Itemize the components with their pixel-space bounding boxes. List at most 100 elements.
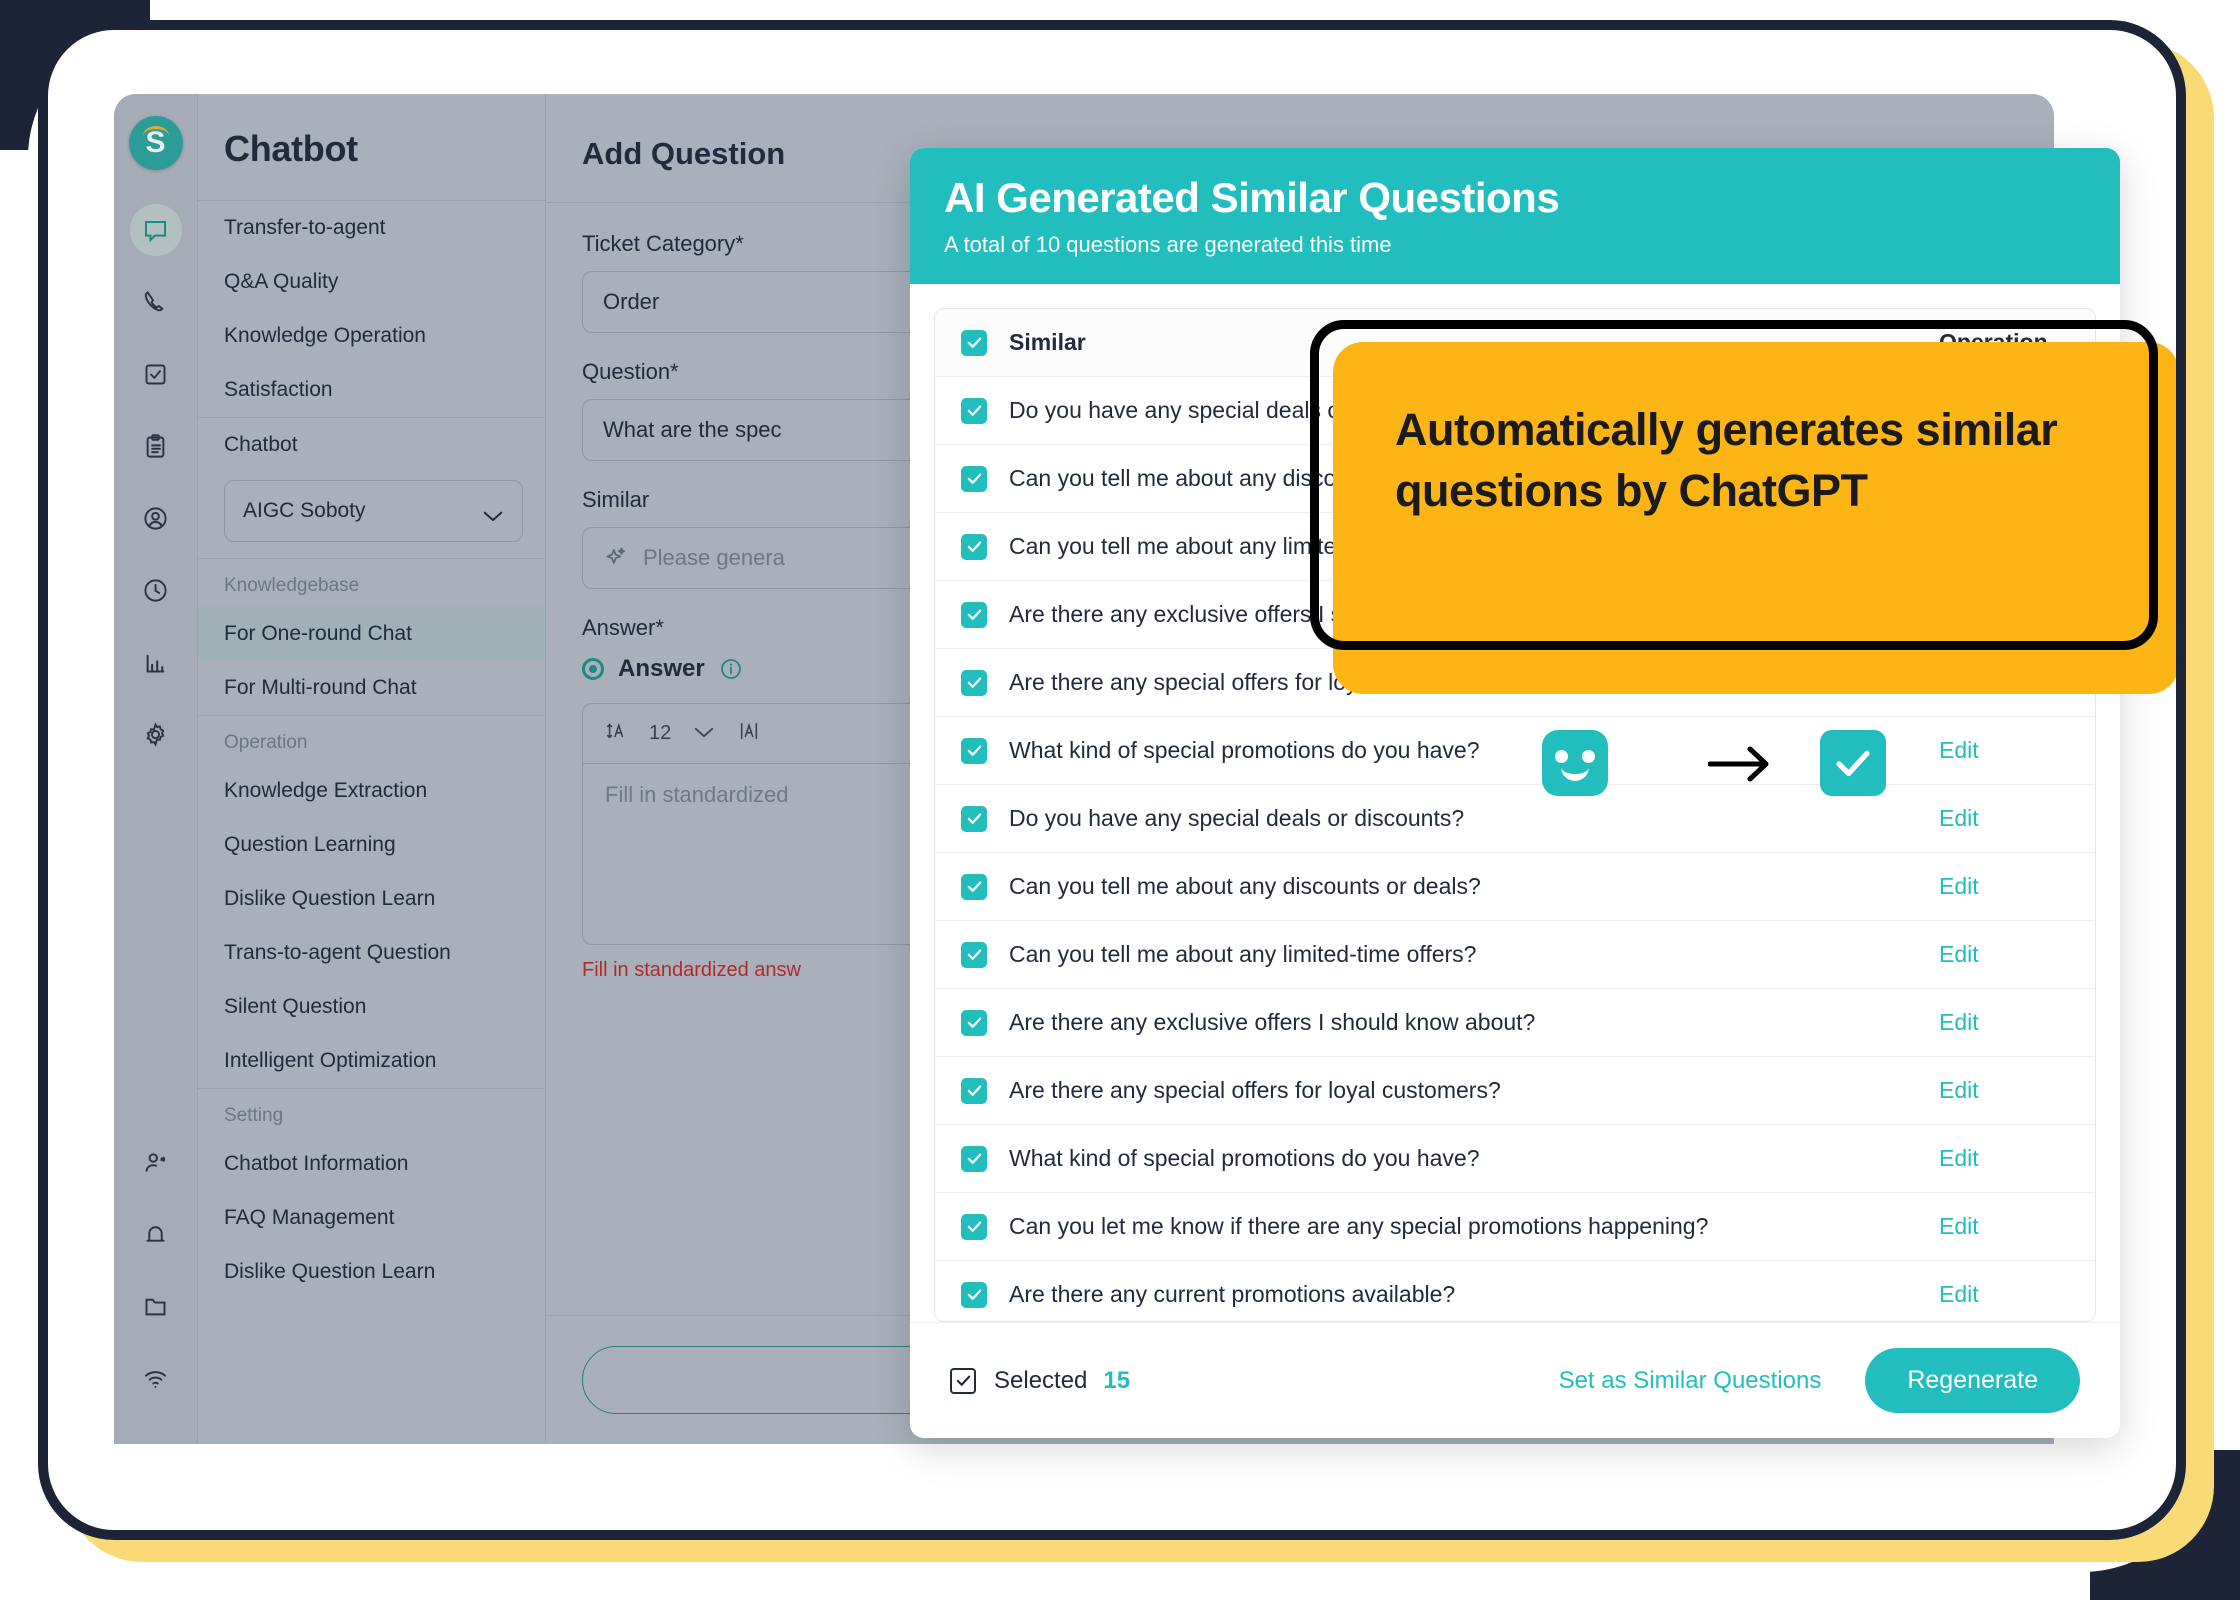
regenerate-button[interactable]: Regenerate <box>1865 1348 2080 1413</box>
row-checkbox[interactable] <box>961 1145 987 1172</box>
rail-item-chat[interactable] <box>129 204 182 256</box>
row-question-text: Are there any special offers for loyal c… <box>1009 1077 1501 1103</box>
rail-item-history[interactable] <box>130 564 182 616</box>
rail-item-contacts[interactable] <box>130 492 182 544</box>
rail-item-analytics[interactable] <box>130 636 182 688</box>
brand-avatar[interactable]: S <box>128 116 183 170</box>
nav-item-qa-quality[interactable]: Q&A Quality <box>198 255 545 309</box>
screenshot-stage: S Chatbot Transfer-to-agent Q&A Quality … <box>0 0 2240 1600</box>
table-row: What kind of special promotions do you h… <box>935 717 2095 785</box>
sparkle-icon <box>603 545 629 571</box>
nav-item-transfer-to-agent[interactable]: Transfer-to-agent <box>198 201 545 255</box>
nav-item-chatbot-information[interactable]: Chatbot Information <box>198 1137 545 1191</box>
modal-header: AI Generated Similar Questions A total o… <box>910 148 2120 284</box>
nav-item-satisfaction[interactable]: Satisfaction <box>198 363 545 417</box>
text-style-icon[interactable] <box>737 720 761 748</box>
nav-item-dislike-question-learn-2[interactable]: Dislike Question Learn <box>198 1245 545 1299</box>
rail-item-notifications[interactable] <box>130 1208 182 1260</box>
selected-label: Selected <box>994 1366 1088 1394</box>
nav-item-chatbot[interactable]: Chatbot <box>198 418 545 472</box>
page-title: Chatbot <box>224 128 358 169</box>
nav-item-question-learning[interactable]: Question Learning <box>198 818 545 872</box>
user-circle-icon <box>142 505 169 532</box>
checkmark-badge-icon <box>1820 730 1886 796</box>
font-size-value: 12 <box>649 722 672 744</box>
gear-icon <box>142 721 169 748</box>
row-checkbox[interactable] <box>961 941 987 968</box>
icon-rail: S <box>114 94 198 1444</box>
row-question-text: Are there any current promotions availab… <box>1009 1281 1456 1307</box>
row-question-text: What kind of special promotions do you h… <box>1009 1145 1480 1171</box>
modal-title: AI Generated Similar Questions <box>944 174 1560 221</box>
nav-group-setting: Setting <box>224 1105 284 1126</box>
table-row: Can you tell me about any discounts or d… <box>935 853 2095 921</box>
answer-radio[interactable] <box>582 658 604 680</box>
edit-link[interactable]: Edit <box>1939 941 2069 968</box>
clipboard-icon <box>142 433 169 460</box>
row-question-text: Can you let me know if there are any spe… <box>1009 1213 1709 1239</box>
nav-item-trans-to-agent-question[interactable]: Trans-to-agent Question <box>198 926 545 980</box>
modal-subtitle: A total of 10 questions are generated th… <box>944 232 1392 257</box>
chat-bubble-icon <box>142 217 169 244</box>
checkbox-task-icon <box>142 361 169 388</box>
edit-link[interactable]: Edit <box>1939 805 2069 832</box>
nav-item-for-multi-round-chat[interactable]: For Multi-round Chat <box>198 661 545 715</box>
row-checkbox[interactable] <box>961 669 987 696</box>
chevron-down-icon[interactable] <box>693 722 715 745</box>
row-question-text: Are there any exclusive offers I should … <box>1009 1009 1536 1035</box>
row-checkbox[interactable] <box>961 1281 987 1308</box>
edit-link[interactable]: Edit <box>1939 1009 2069 1036</box>
row-checkbox[interactable] <box>961 1213 987 1240</box>
robot-face-icon <box>1542 730 1608 796</box>
edit-link[interactable]: Edit <box>1939 737 2069 764</box>
nav-item-silent-question[interactable]: Silent Question <box>198 980 545 1034</box>
table-row: Can you let me know if there are any spe… <box>935 1193 2095 1261</box>
selected-checkbox[interactable] <box>950 1367 976 1394</box>
rail-item-user-settings[interactable] <box>130 1136 182 1188</box>
edit-link[interactable]: Edit <box>1939 1213 2069 1240</box>
row-checkbox[interactable] <box>961 397 987 424</box>
nav-column: Chatbot Transfer-to-agent Q&A Quality Kn… <box>198 94 546 1444</box>
row-question-text: What kind of special promotions do you h… <box>1009 737 1480 763</box>
set-as-similar-questions-link[interactable]: Set as Similar Questions <box>1559 1367 1822 1395</box>
device-card: S Chatbot Transfer-to-agent Q&A Quality … <box>38 20 2186 1540</box>
nav-item-dislike-question-learn[interactable]: Dislike Question Learn <box>198 872 545 926</box>
nav-group-operation: Operation <box>224 732 308 753</box>
nav-item-knowledge-extraction[interactable]: Knowledge Extraction <box>198 764 545 818</box>
edit-link[interactable]: Edit <box>1939 1145 2069 1172</box>
row-checkbox[interactable] <box>961 1009 987 1036</box>
modal-footer: Selected 15 Set as Similar Questions Reg… <box>910 1322 2120 1438</box>
rail-item-status[interactable] <box>130 1352 182 1404</box>
info-icon[interactable] <box>719 657 743 681</box>
select-all-checkbox[interactable] <box>961 329 987 356</box>
chatbot-select-value: AIGC Soboty <box>243 499 366 522</box>
row-checkbox[interactable] <box>961 601 987 628</box>
nav-item-knowledge-operation[interactable]: Knowledge Operation <box>198 309 545 363</box>
clock-icon <box>142 577 169 604</box>
edit-link[interactable]: Edit <box>1939 1077 2069 1104</box>
row-checkbox[interactable] <box>961 1077 987 1104</box>
row-checkbox[interactable] <box>961 873 987 900</box>
rail-item-settings[interactable] <box>130 708 182 760</box>
edit-link[interactable]: Edit <box>1939 873 2069 900</box>
row-checkbox[interactable] <box>961 737 987 764</box>
font-size-icon <box>605 720 627 748</box>
chatbot-select[interactable]: AIGC Soboty <box>224 480 523 542</box>
nav-item-intelligent-optimization[interactable]: Intelligent Optimization <box>198 1034 545 1088</box>
nav-item-faq-management[interactable]: FAQ Management <box>198 1191 545 1245</box>
table-row: Are there any special offers for loyal c… <box>935 1057 2095 1125</box>
nav-group-knowledgebase: Knowledgebase <box>224 575 360 596</box>
edit-link[interactable]: Edit <box>1939 1281 2069 1308</box>
rail-item-tasks[interactable] <box>130 348 182 400</box>
answer-radio-label: Answer <box>618 655 705 682</box>
row-checkbox[interactable] <box>961 805 987 832</box>
row-checkbox[interactable] <box>961 533 987 560</box>
rail-item-reports[interactable] <box>130 420 182 472</box>
rail-item-files[interactable] <box>130 1280 182 1332</box>
table-row: Are there any current promotions availab… <box>935 1261 2095 1321</box>
bar-chart-icon <box>142 649 169 676</box>
rail-item-calls[interactable] <box>130 276 182 328</box>
nav-item-for-one-round-chat[interactable]: For One-round Chat <box>198 607 545 661</box>
similar-placeholder-text: Please genera <box>643 545 785 570</box>
row-checkbox[interactable] <box>961 465 987 492</box>
